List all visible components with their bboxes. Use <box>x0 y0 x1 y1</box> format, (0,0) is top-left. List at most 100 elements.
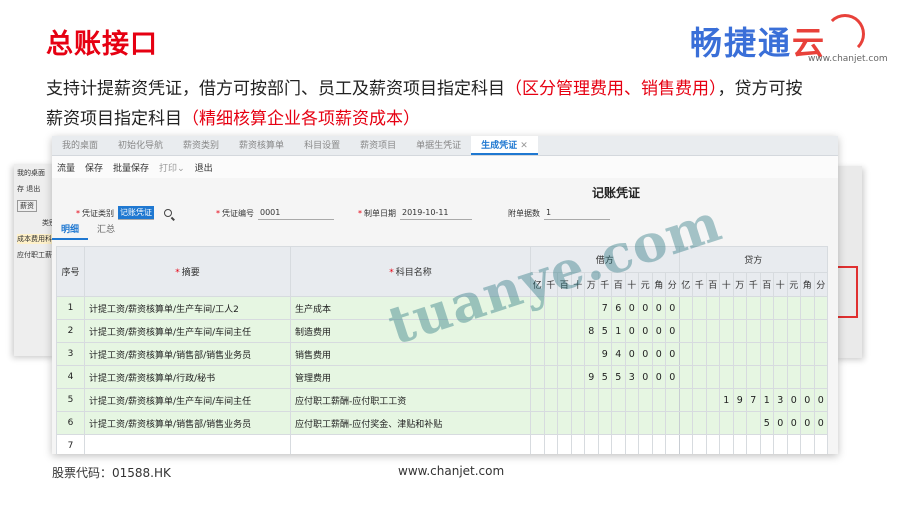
credit-digit[interactable] <box>732 342 747 366</box>
credit-digit[interactable] <box>678 434 693 454</box>
debit-digit[interactable] <box>611 388 626 412</box>
debit-digit[interactable] <box>624 388 639 412</box>
credit-digit[interactable] <box>719 296 734 320</box>
debit-digit[interactable] <box>557 296 572 320</box>
debit-digit[interactable]: 5 <box>597 365 612 389</box>
credit-digit[interactable]: 0 <box>800 388 815 412</box>
credit-digit[interactable] <box>786 365 801 389</box>
credit-digit[interactable] <box>692 319 707 343</box>
debit-digit[interactable] <box>543 365 558 389</box>
credit-digit[interactable] <box>705 296 720 320</box>
credit-digit[interactable] <box>678 342 693 366</box>
credit-digit[interactable] <box>732 319 747 343</box>
debit-digit[interactable]: 5 <box>611 365 626 389</box>
row-summary[interactable]: 计提工资/薪资核算单/生产车间/车间主任 <box>84 388 291 412</box>
row-summary[interactable]: 计提工资/薪资核算单/销售部/销售业务员 <box>84 342 291 366</box>
credit-digit[interactable] <box>813 342 828 366</box>
credit-digit[interactable] <box>800 434 815 454</box>
debit-digit[interactable] <box>665 388 680 412</box>
credit-digit[interactable] <box>800 342 815 366</box>
tab-0[interactable]: 我的桌面 <box>52 136 108 155</box>
credit-digit[interactable] <box>678 388 693 412</box>
row-account[interactable]: 管理费用 <box>290 365 531 389</box>
credit-digit[interactable] <box>705 388 720 412</box>
row-account[interactable]: 销售费用 <box>290 342 531 366</box>
credit-digit[interactable] <box>786 296 801 320</box>
debit-digit[interactable] <box>651 411 666 435</box>
credit-digit[interactable]: 9 <box>732 388 747 412</box>
debit-digit[interactable]: 9 <box>584 365 599 389</box>
credit-digit[interactable] <box>800 296 815 320</box>
tab-7[interactable]: 生成凭证 ✕ <box>471 136 538 155</box>
debit-digit[interactable]: 0 <box>624 319 639 343</box>
table-row[interactable]: 6 计提工资/薪资核算单/销售部/销售业务员 应付职工薪酬-应付奖金、津贴和补贴 5 0… <box>56 411 828 435</box>
debit-digit[interactable] <box>611 434 626 454</box>
debit-digit[interactable] <box>557 342 572 366</box>
credit-digit[interactable]: 0 <box>773 411 788 435</box>
debit-digit[interactable] <box>543 388 558 412</box>
debit-digit[interactable] <box>597 434 612 454</box>
tab-2[interactable]: 薪资类别 <box>173 136 229 155</box>
debit-digit[interactable] <box>584 388 599 412</box>
debit-digit[interactable]: 0 <box>665 296 680 320</box>
table-row[interactable]: 7 <box>56 434 828 454</box>
print-button[interactable]: 打印⌄ <box>154 161 190 174</box>
credit-digit[interactable] <box>692 434 707 454</box>
debit-digit[interactable] <box>530 388 545 412</box>
debit-digit[interactable]: 0 <box>624 296 639 320</box>
credit-digit[interactable] <box>746 296 761 320</box>
row-seq[interactable]: 3 <box>56 342 85 366</box>
debit-digit[interactable] <box>557 365 572 389</box>
credit-digit[interactable] <box>678 411 693 435</box>
debit-digit[interactable]: 0 <box>638 342 653 366</box>
credit-digit[interactable] <box>719 342 734 366</box>
save-button[interactable]: 保存 <box>80 161 108 174</box>
debit-digit[interactable]: 3 <box>624 365 639 389</box>
category-input[interactable]: 记账凭证 <box>118 206 154 220</box>
debit-digit[interactable] <box>651 388 666 412</box>
credit-digit[interactable] <box>759 365 774 389</box>
credit-digit[interactable] <box>746 411 761 435</box>
debit-digit[interactable] <box>597 411 612 435</box>
debit-digit[interactable]: 1 <box>611 319 626 343</box>
credit-digit[interactable] <box>692 388 707 412</box>
credit-digit[interactable] <box>732 296 747 320</box>
debit-digit[interactable] <box>624 434 639 454</box>
credit-digit[interactable] <box>746 365 761 389</box>
credit-digit[interactable] <box>786 434 801 454</box>
debit-digit[interactable] <box>570 342 585 366</box>
debit-digit[interactable] <box>584 411 599 435</box>
credit-digit[interactable] <box>759 319 774 343</box>
table-row[interactable]: 1 计提工资/薪资核算单/生产车间/工人2 生产成本 7 6 0 0 0 0 <box>56 296 828 320</box>
row-seq[interactable]: 6 <box>56 411 85 435</box>
credit-digit[interactable] <box>746 319 761 343</box>
credit-digit[interactable] <box>719 319 734 343</box>
debit-digit[interactable] <box>584 342 599 366</box>
credit-digit[interactable] <box>759 296 774 320</box>
debit-digit[interactable] <box>597 388 612 412</box>
row-seq[interactable]: 7 <box>56 434 85 454</box>
debit-digit[interactable]: 7 <box>597 296 612 320</box>
debit-digit[interactable]: 0 <box>665 319 680 343</box>
debit-digit[interactable] <box>624 411 639 435</box>
credit-digit[interactable] <box>719 365 734 389</box>
number-input[interactable]: 0001 <box>258 206 334 220</box>
credit-digit[interactable]: 7 <box>746 388 761 412</box>
credit-digit[interactable] <box>746 434 761 454</box>
credit-digit[interactable] <box>786 319 801 343</box>
credit-digit[interactable] <box>773 342 788 366</box>
debit-digit[interactable] <box>570 411 585 435</box>
debit-digit[interactable] <box>557 388 572 412</box>
row-account[interactable]: 生产成本 <box>290 296 531 320</box>
credit-digit[interactable]: 3 <box>773 388 788 412</box>
row-seq[interactable]: 2 <box>56 319 85 343</box>
tab-4[interactable]: 科目设置 <box>294 136 350 155</box>
credit-digit[interactable] <box>705 319 720 343</box>
credit-digit[interactable] <box>678 296 693 320</box>
row-summary[interactable] <box>84 434 291 454</box>
debit-digit[interactable] <box>570 388 585 412</box>
debit-digit[interactable]: 0 <box>665 365 680 389</box>
credit-digit[interactable] <box>732 411 747 435</box>
row-seq[interactable]: 5 <box>56 388 85 412</box>
close-icon[interactable]: ✕ <box>517 141 528 151</box>
